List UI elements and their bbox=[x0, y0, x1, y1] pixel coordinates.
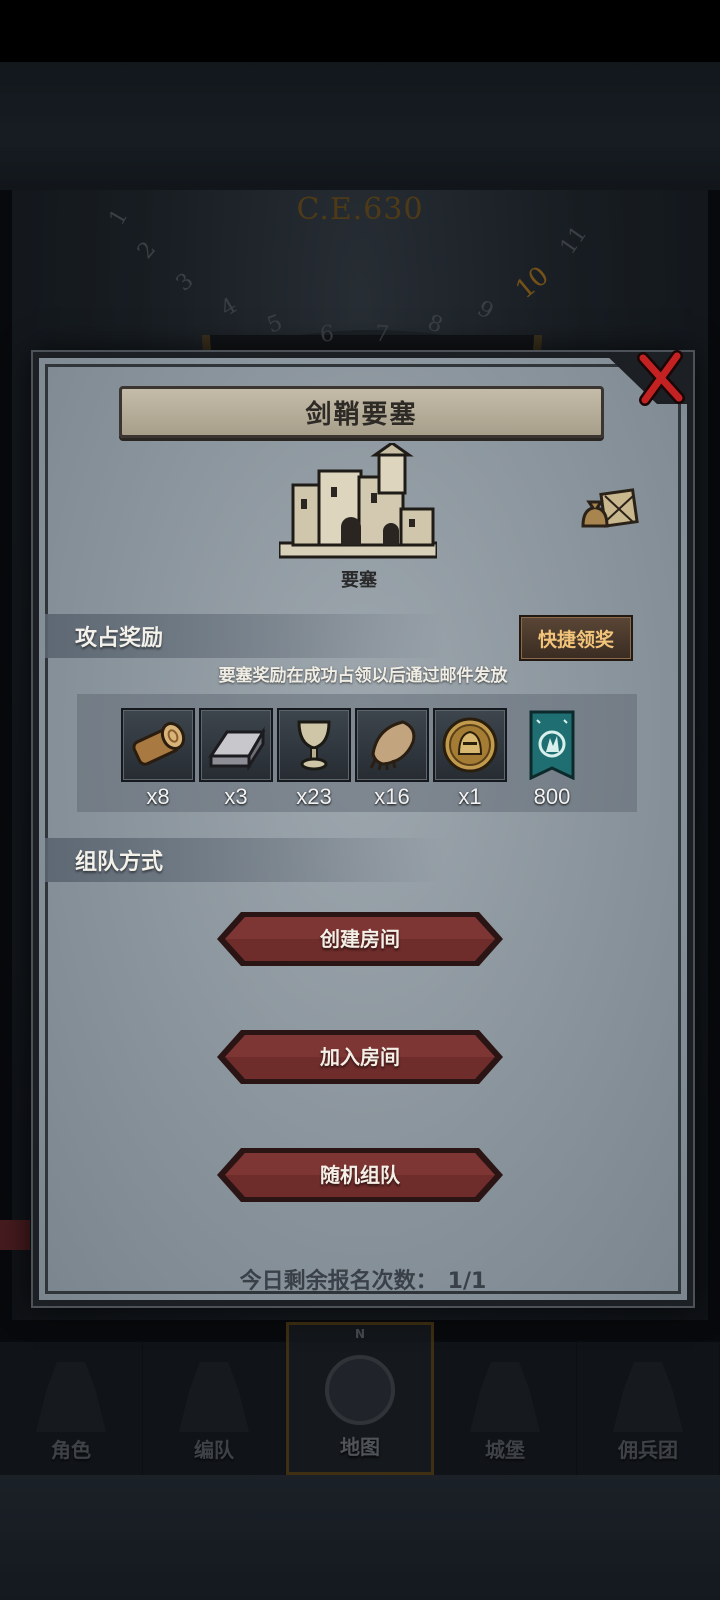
fortress-dialog: 剑鞘要塞 要塞 攻占奖励 快捷领奖 要塞奖励在成功占领以后通过邮件发放 x8 x… bbox=[33, 350, 693, 1306]
join-room-label: 加入房间 bbox=[320, 1045, 400, 1069]
create-room-label: 创建房间 bbox=[320, 927, 400, 951]
remaining-signups: 今日剩余报名次数： 1/1 bbox=[39, 1263, 687, 1295]
reward-item[interactable]: x1 bbox=[433, 708, 507, 810]
reward-qty: x23 bbox=[296, 784, 332, 809]
reward-item[interactable]: 800 bbox=[515, 708, 589, 810]
reward-item[interactable]: x23 bbox=[277, 708, 351, 810]
quick-claim-label: 快捷领奖 bbox=[537, 628, 614, 651]
reward-section-title: 攻占奖励 bbox=[75, 626, 164, 651]
reward-qty: x1 bbox=[458, 784, 482, 809]
quick-claim-button[interactable]: 快捷领奖 bbox=[519, 615, 633, 661]
reward-section-header: 攻占奖励 bbox=[45, 614, 445, 658]
reward-item[interactable]: x16 bbox=[355, 708, 429, 810]
guild-banner-icon bbox=[529, 710, 575, 780]
reward-item[interactable]: x3 bbox=[199, 708, 273, 810]
random-team-label: 随机组队 bbox=[320, 1163, 400, 1187]
building-label: 要塞 bbox=[341, 570, 377, 591]
remaining-value: 1/1 bbox=[447, 1269, 487, 1294]
loot-bag-crate-icon[interactable] bbox=[579, 486, 639, 536]
reward-qty: x8 bbox=[146, 784, 170, 809]
title-banner: 剑鞘要塞 bbox=[119, 386, 604, 438]
team-section-header: 组队方式 bbox=[45, 838, 445, 882]
fur-pelt-icon bbox=[369, 720, 416, 771]
reward-note: 要塞奖励在成功占领以后通过邮件发放 bbox=[218, 666, 508, 686]
join-room-button[interactable]: 加入房间 bbox=[215, 1028, 505, 1086]
create-room-button[interactable]: 创建房间 bbox=[215, 910, 505, 968]
dialog-title: 剑鞘要塞 bbox=[305, 399, 418, 430]
goblet-icon bbox=[297, 720, 331, 771]
log-wood-icon bbox=[132, 721, 186, 766]
remaining-label: 今日剩余报名次数： bbox=[239, 1269, 438, 1294]
close-icon bbox=[637, 350, 685, 406]
iron-ingot-icon bbox=[208, 726, 266, 772]
knight-coin-icon bbox=[442, 717, 498, 773]
random-team-button[interactable]: 随机组队 bbox=[215, 1146, 505, 1204]
reward-item[interactable]: x8 bbox=[121, 708, 195, 810]
reward-qty: x16 bbox=[374, 784, 410, 809]
close-button[interactable] bbox=[633, 350, 689, 406]
fortress-icon bbox=[279, 443, 437, 559]
reward-list: x8 x3 x23 x16 x1 800 bbox=[77, 694, 637, 812]
team-section-title: 组队方式 bbox=[75, 850, 164, 875]
reward-qty: 800 bbox=[533, 784, 571, 809]
reward-qty: x3 bbox=[224, 784, 248, 809]
